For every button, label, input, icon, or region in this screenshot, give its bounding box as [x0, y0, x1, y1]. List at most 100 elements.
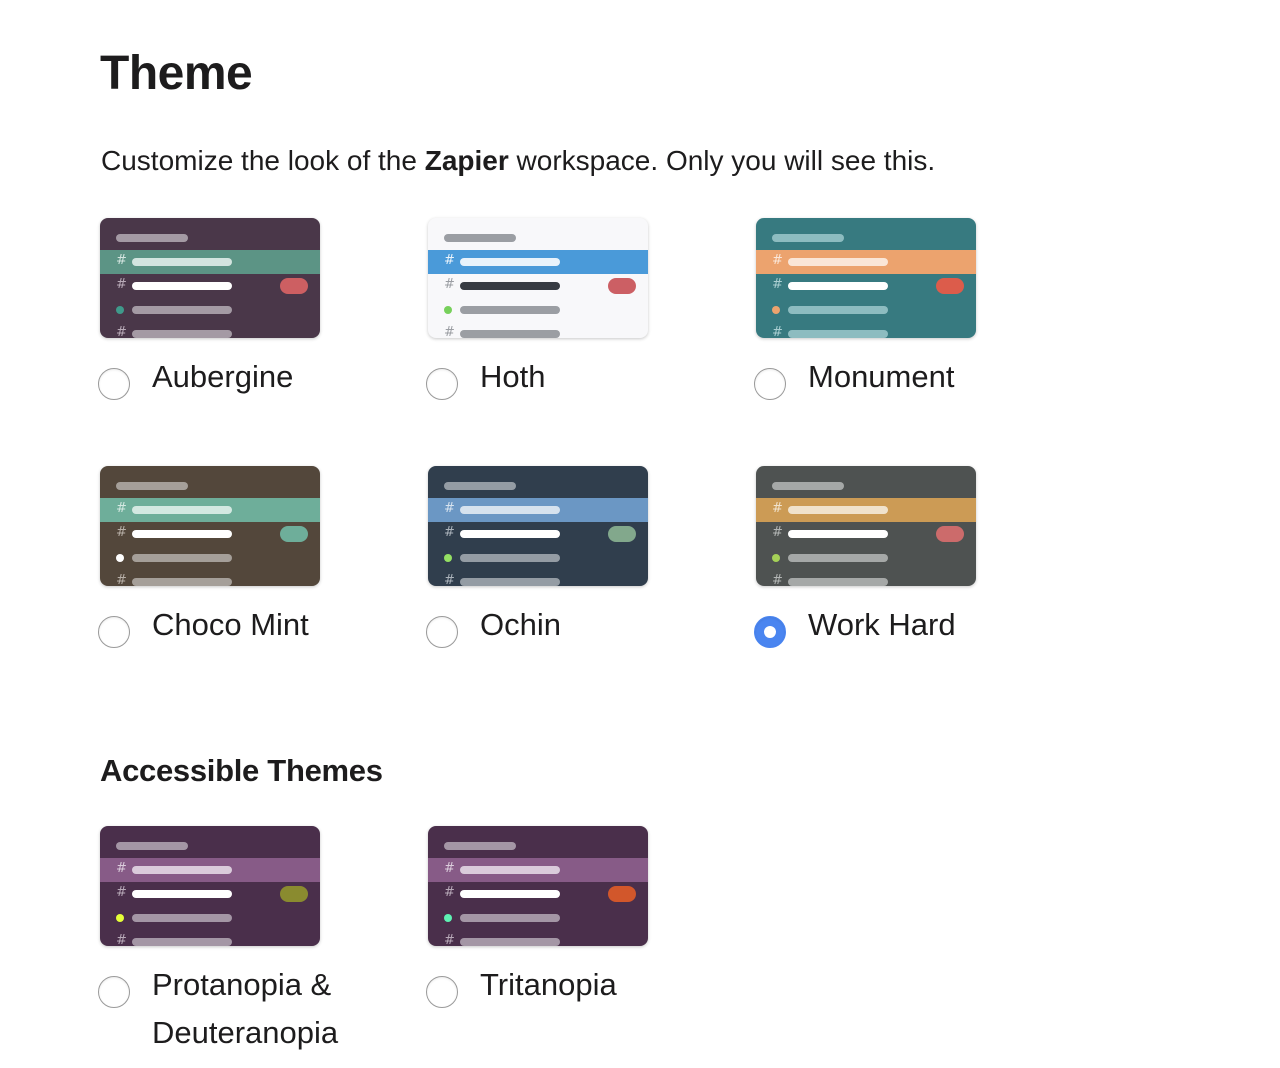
- preview-channel-bar: [460, 306, 560, 314]
- theme-preview[interactable]: # # #: [100, 218, 320, 338]
- preview-channel-bar: [132, 306, 232, 314]
- preview-unread-channel: #: [100, 522, 320, 546]
- preview-channel-bar: [132, 530, 232, 538]
- preview-mention-badge: [280, 278, 308, 294]
- preview-header-bar: [772, 234, 844, 242]
- preview-channel-bar: [460, 866, 560, 874]
- preview-channel-bar: [132, 866, 232, 874]
- theme-radio-row[interactable]: Choco Mint: [98, 607, 309, 649]
- hash-icon: #: [116, 277, 127, 292]
- theme-preview[interactable]: # # #: [428, 826, 648, 946]
- theme-radio-button[interactable]: [426, 616, 458, 648]
- theme-radio-row[interactable]: Monument: [754, 359, 954, 401]
- preview-dm-row: [428, 298, 648, 322]
- preview-channel-bar: [132, 554, 232, 562]
- preview-unread-channel: #: [428, 882, 648, 906]
- hash-icon: #: [772, 325, 783, 338]
- hash-icon: #: [772, 501, 783, 516]
- theme-radio-row[interactable]: Tritanopia: [426, 967, 617, 1009]
- preview-unread-channel: #: [100, 274, 320, 298]
- presence-dot-icon: [116, 306, 124, 314]
- preview-header-bar: [444, 842, 516, 850]
- presence-dot-icon: [444, 554, 452, 562]
- hash-icon: #: [116, 525, 127, 540]
- theme-name-label: Choco Mint: [152, 607, 309, 642]
- preview-unread-channel: #: [756, 522, 976, 546]
- preview-dm-row: [428, 906, 648, 930]
- preview-channel-bar: [788, 506, 888, 514]
- preview-channel-row: #: [428, 930, 648, 946]
- hash-icon: #: [444, 861, 455, 876]
- preview-channel-row: #: [428, 322, 648, 338]
- preview-channel-bar: [132, 578, 232, 586]
- theme-preview[interactable]: # # #: [100, 826, 320, 946]
- preview-active-channel: #: [100, 250, 320, 274]
- theme-preview[interactable]: # # #: [756, 218, 976, 338]
- theme-radio-button[interactable]: [98, 976, 130, 1008]
- hash-icon: #: [444, 573, 455, 586]
- description-suffix: workspace. Only you will see this.: [508, 145, 936, 176]
- theme-radio-row[interactable]: Aubergine: [98, 359, 293, 401]
- preview-header-bar: [116, 482, 188, 490]
- presence-dot-icon: [772, 306, 780, 314]
- preview-channel-row: #: [756, 570, 976, 586]
- hash-icon: #: [444, 525, 455, 540]
- preview-header-row: [100, 218, 320, 250]
- theme-radio-row[interactable]: Ochin: [426, 607, 561, 649]
- preview-active-channel: #: [756, 498, 976, 522]
- preview-channel-bar: [460, 578, 560, 586]
- hash-icon: #: [444, 325, 455, 338]
- presence-dot-icon: [772, 554, 780, 562]
- theme-preview[interactable]: # # #: [756, 466, 976, 586]
- preview-channel-bar: [460, 530, 560, 538]
- hash-icon: #: [116, 325, 127, 338]
- preview-channel-bar: [460, 258, 560, 266]
- preview-channel-bar: [132, 890, 232, 898]
- preview-header-row: [100, 466, 320, 498]
- preview-channel-bar: [788, 554, 888, 562]
- preview-dm-row: [100, 906, 320, 930]
- page-description: Customize the look of the Zapier workspa…: [101, 145, 935, 177]
- preview-header-row: [100, 826, 320, 858]
- preview-unread-channel: #: [756, 274, 976, 298]
- preview-mention-badge: [280, 526, 308, 542]
- preview-header-bar: [116, 234, 188, 242]
- theme-preview[interactable]: # # #: [428, 466, 648, 586]
- theme-radio-row[interactable]: Hoth: [426, 359, 545, 401]
- hash-icon: #: [444, 933, 455, 946]
- preview-active-channel: #: [756, 250, 976, 274]
- preview-channel-bar: [132, 258, 232, 266]
- presence-dot-icon: [444, 914, 452, 922]
- workspace-name: Zapier: [424, 145, 509, 176]
- preview-active-channel: #: [428, 858, 648, 882]
- theme-name-label: Work Hard: [808, 607, 956, 642]
- preview-header-bar: [116, 842, 188, 850]
- theme-radio-button[interactable]: [754, 616, 786, 648]
- theme-radio-button[interactable]: [426, 976, 458, 1008]
- preview-mention-badge: [608, 278, 636, 294]
- preview-active-channel: #: [100, 498, 320, 522]
- theme-radio-row[interactable]: Protanopia & Deuteranopia: [98, 967, 338, 1057]
- theme-preview[interactable]: # # #: [428, 218, 648, 338]
- preview-header-row: [428, 218, 648, 250]
- preview-channel-row: #: [428, 570, 648, 586]
- preview-channel-bar: [788, 282, 888, 290]
- hash-icon: #: [444, 253, 455, 268]
- preview-dm-row: [756, 298, 976, 322]
- preview-channel-bar: [460, 330, 560, 338]
- preview-active-channel: #: [428, 250, 648, 274]
- preview-dm-row: [100, 546, 320, 570]
- theme-radio-button[interactable]: [98, 616, 130, 648]
- hash-icon: #: [116, 573, 127, 586]
- preview-header-bar: [444, 234, 516, 242]
- theme-radio-row[interactable]: Work Hard: [754, 607, 956, 649]
- preview-channel-bar: [460, 938, 560, 946]
- hash-icon: #: [116, 933, 127, 946]
- theme-radio-button[interactable]: [426, 368, 458, 400]
- theme-radio-button[interactable]: [754, 368, 786, 400]
- theme-radio-button[interactable]: [98, 368, 130, 400]
- preview-channel-bar: [788, 530, 888, 538]
- preview-channel-bar: [460, 914, 560, 922]
- hash-icon: #: [116, 253, 127, 268]
- theme-preview[interactable]: # # #: [100, 466, 320, 586]
